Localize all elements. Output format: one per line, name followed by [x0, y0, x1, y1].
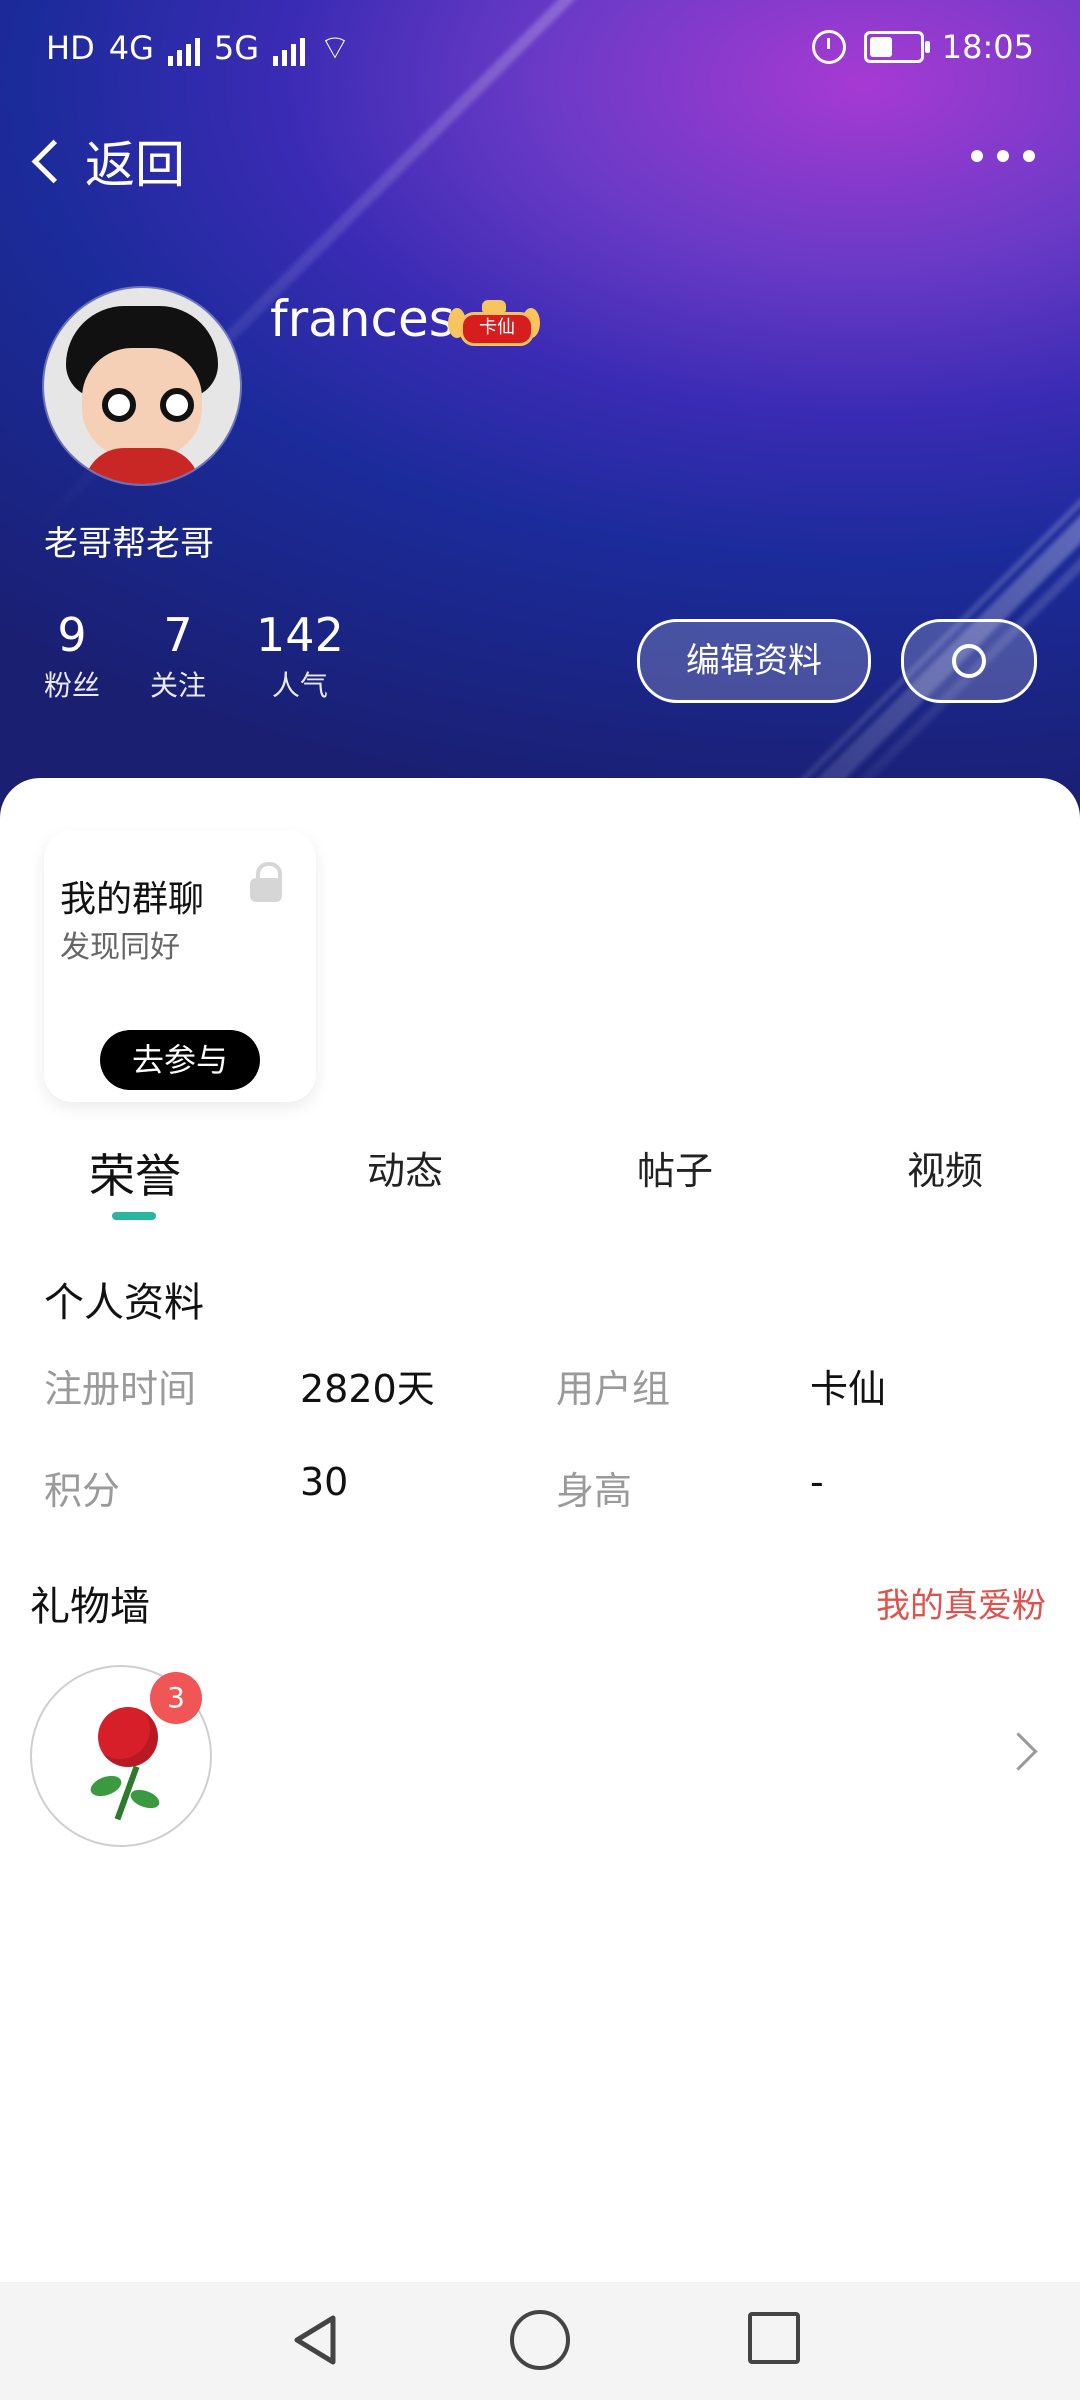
tab-videos[interactable]: 视频	[810, 1140, 1080, 1195]
hd-indicator: HD	[46, 28, 95, 67]
username: frances	[270, 290, 455, 348]
alarm-icon	[811, 30, 846, 64]
stat-label: 人气	[271, 669, 328, 702]
back-button[interactable]: 返回	[28, 125, 185, 197]
status-right: 18:05	[811, 28, 1034, 66]
rank-badge: 卡仙	[448, 300, 540, 346]
avatar-shirt	[84, 448, 200, 484]
network-5g-indicator: 5G	[213, 28, 260, 67]
join-button[interactable]: 去参与	[100, 1030, 260, 1090]
gift-count-badge: 3	[150, 1672, 202, 1724]
field-value-user-group: 卡仙	[810, 1367, 887, 1411]
back-label: 返回	[85, 136, 185, 194]
gear-icon	[952, 644, 986, 678]
tab-activity[interactable]: 动态	[270, 1140, 540, 1195]
more-dots-icon[interactable]	[971, 150, 1035, 162]
rank-badge-label: 卡仙	[460, 312, 534, 346]
crown-top	[482, 300, 506, 312]
stat-value: 7	[163, 608, 193, 662]
gift-wall-title: 礼物墙	[30, 1584, 150, 1630]
stat-value: 9	[57, 608, 87, 662]
network-indicators: HD 4G 5G ⌔	[46, 26, 351, 69]
field-label-points: 积分	[44, 1469, 121, 1513]
nav-back-icon[interactable]	[285, 2310, 345, 2370]
stat-value: 142	[256, 608, 344, 662]
settings-button[interactable]	[901, 619, 1037, 703]
bio: 老哥帮老哥	[44, 524, 214, 564]
group-chat-title: 我的群聊	[60, 879, 205, 920]
stat-popularity[interactable]: 142 人气	[256, 608, 344, 704]
avatar-eye	[102, 388, 136, 422]
field-label-user-group: 用户组	[556, 1367, 671, 1411]
edit-profile-button[interactable]: 编辑资料	[637, 619, 871, 703]
field-value-points: 30	[300, 1460, 349, 1504]
wifi-icon: ⌔	[319, 28, 351, 68]
stat-fans[interactable]: 9 粉丝	[44, 608, 100, 704]
field-label-height: 身高	[556, 1469, 633, 1513]
signal-icon	[167, 30, 200, 66]
nav-recent-icon[interactable]	[748, 2312, 800, 2364]
profile-section-title: 个人资料	[44, 1280, 204, 1326]
nav-home-icon[interactable]	[510, 2310, 570, 2370]
profile-header: HD 4G 5G ⌔ 18:05 返回 frances 卡仙 老哥帮老哥 9 粉…	[0, 0, 1080, 820]
stats: 9 粉丝 7 关注 142 人气	[44, 608, 344, 704]
stat-label: 粉丝	[44, 669, 101, 702]
avatar-eye	[160, 388, 194, 422]
stat-label: 关注	[150, 669, 207, 702]
group-chat-subtitle: 发现同好	[60, 930, 180, 965]
rose-icon	[72, 1707, 172, 1821]
field-value-register-time: 2820天	[300, 1367, 435, 1411]
clock: 18:05	[941, 28, 1034, 66]
signal-icon	[273, 30, 306, 66]
field-value-height: -	[810, 1460, 824, 1504]
system-nav-bar	[0, 2282, 1080, 2400]
battery-icon	[863, 31, 930, 63]
tab-posts[interactable]: 帖子	[540, 1140, 810, 1195]
lock-icon	[244, 860, 288, 904]
chevron-left-icon	[31, 139, 76, 183]
true-fans-link[interactable]: 我的真爱粉	[876, 1578, 1046, 1627]
avatar[interactable]	[44, 288, 240, 484]
active-tab-indicator	[112, 1212, 156, 1220]
status-bar: HD 4G 5G ⌔ 18:05	[0, 0, 1080, 100]
field-label-register-time: 注册时间	[44, 1367, 197, 1411]
group-chat-card[interactable]: 我的群聊 发现同好 去参与	[44, 830, 316, 1102]
network-4g-indicator: 4G	[108, 28, 154, 67]
profile-tabs: 荣誉 动态 帖子 视频	[0, 1140, 1080, 1230]
stat-following[interactable]: 7 关注	[150, 608, 206, 704]
tab-honor[interactable]: 荣誉	[0, 1140, 270, 1206]
